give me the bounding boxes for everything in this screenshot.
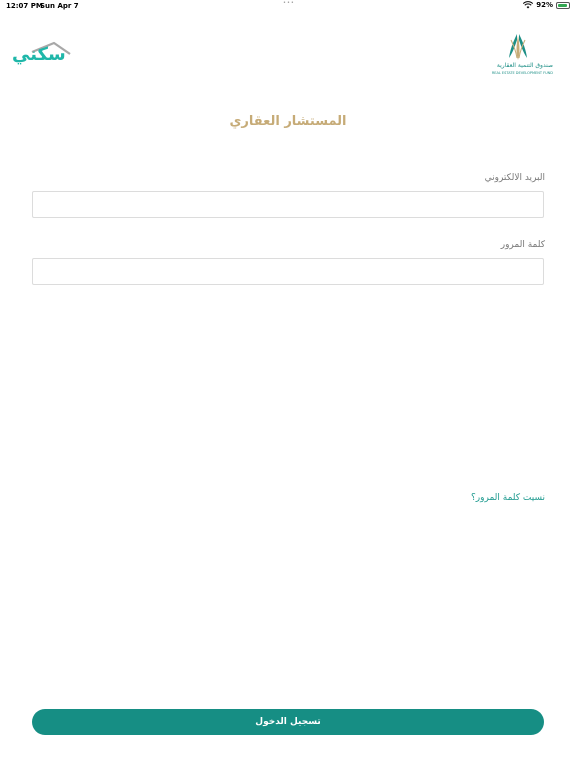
forgot-password-link[interactable]: نسيت كلمة المرور؟ [471, 493, 545, 503]
status-time: 12:07 PM [6, 2, 43, 10]
redf-logo-english: REAL ESTATE DEVELOPMENT FUND [491, 71, 553, 75]
multitasking-dots-icon: ••• [283, 0, 295, 6]
password-label: كلمة المرور [500, 240, 545, 250]
battery-icon [556, 1, 570, 9]
status-bar: 12:07 PM Sun Apr 7 ••• 92% [0, 0, 576, 12]
wifi-icon [523, 1, 534, 9]
redf-logo-arabic: صندوق التنمية العقارية [496, 62, 553, 69]
page-title: المستشار العقاري [229, 114, 347, 129]
email-label: البريد الالكتروني [484, 173, 545, 183]
status-indicators: 92% [523, 1, 570, 9]
login-button[interactable]: تسجيل الدخول [32, 709, 544, 735]
battery-level [558, 3, 568, 7]
battery-percent: 92% [536, 1, 553, 9]
password-field[interactable] [32, 258, 544, 285]
sakani-logo-text: سكني [12, 44, 66, 65]
status-date: Sun Apr 7 [40, 2, 79, 10]
email-field[interactable] [32, 191, 544, 218]
